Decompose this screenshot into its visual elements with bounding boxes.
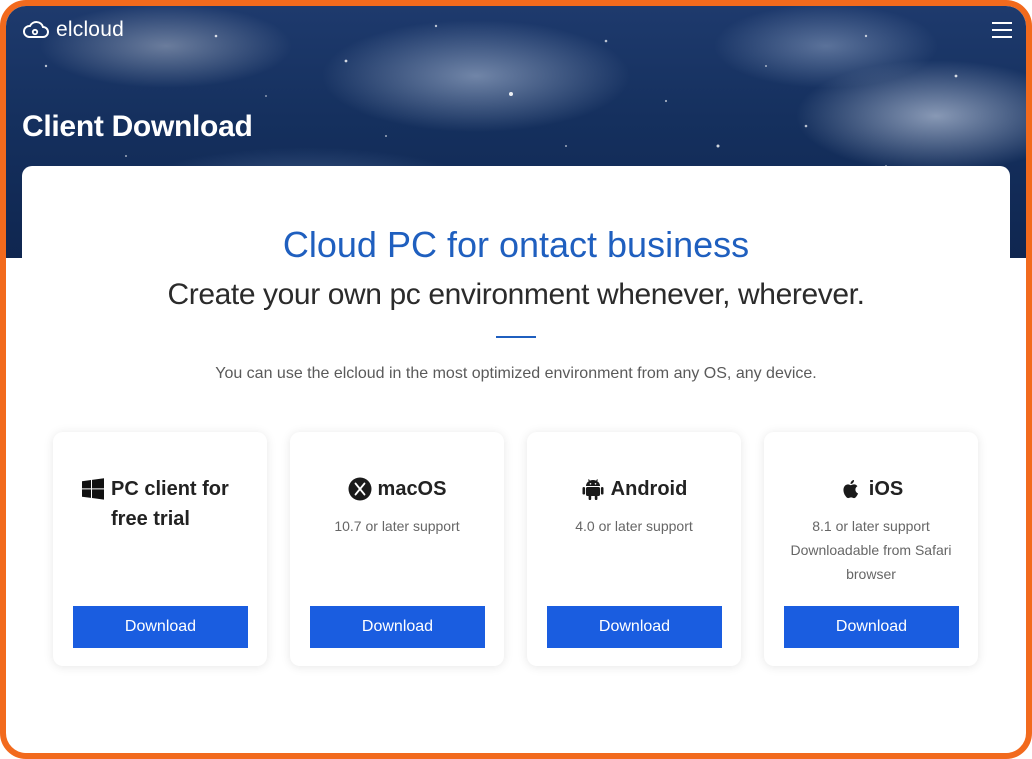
- android-icon: [582, 479, 604, 500]
- logo-text: elcloud: [56, 18, 124, 41]
- page-title: Client Download: [22, 110, 253, 143]
- app-frame: elcloud Client Download Cloud PC for ont…: [0, 0, 1032, 759]
- divider: [496, 336, 536, 338]
- client-card-ios: iOS 8.1 or later support Downloadable fr…: [764, 432, 978, 666]
- client-note-line: Downloadable from Safari browser: [790, 542, 952, 582]
- client-note: 10.7 or later support: [334, 518, 460, 534]
- download-button-android[interactable]: Download: [547, 606, 722, 648]
- client-title: PC client for free trial: [111, 478, 229, 530]
- download-button-macos[interactable]: Download: [310, 606, 485, 648]
- client-card-android: Android 4.0 or later support Download: [527, 432, 741, 666]
- client-title-row: PC client for free trial: [53, 474, 267, 534]
- description: You can use the elcloud in the most opti…: [215, 365, 817, 382]
- download-button-ios[interactable]: Download: [784, 606, 959, 648]
- client-note-line: 8.1 or later support: [812, 518, 930, 534]
- client-title: macOS: [377, 478, 447, 500]
- client-card-macos: macOS 10.7 or later support Download: [290, 432, 504, 666]
- apple-icon: [843, 480, 858, 499]
- client-card-pc: PC client for free trial Download: [53, 432, 267, 666]
- client-title-row: iOS: [764, 474, 978, 504]
- elcloud-logo[interactable]: elcloud: [22, 18, 124, 42]
- cloud-icon: [23, 21, 49, 38]
- client-title: Android: [610, 478, 688, 500]
- headline: Cloud PC for ontact business: [282, 224, 750, 265]
- windows-icon: [82, 478, 104, 500]
- hamburger-menu-icon[interactable]: [992, 22, 1012, 38]
- subheadline: Create your own pc environment whenever,…: [167, 278, 865, 311]
- client-title-row: macOS: [290, 474, 504, 504]
- client-title-row: Android: [527, 474, 741, 504]
- download-button-pc[interactable]: Download: [73, 606, 248, 648]
- download-panel: Cloud PC for ontact business Create your…: [22, 166, 1010, 753]
- client-title: iOS: [868, 478, 904, 500]
- client-note: 8.1 or later support Downloadable from S…: [774, 514, 968, 586]
- client-note: 4.0 or later support: [575, 518, 693, 534]
- macos-x-icon: [348, 477, 372, 501]
